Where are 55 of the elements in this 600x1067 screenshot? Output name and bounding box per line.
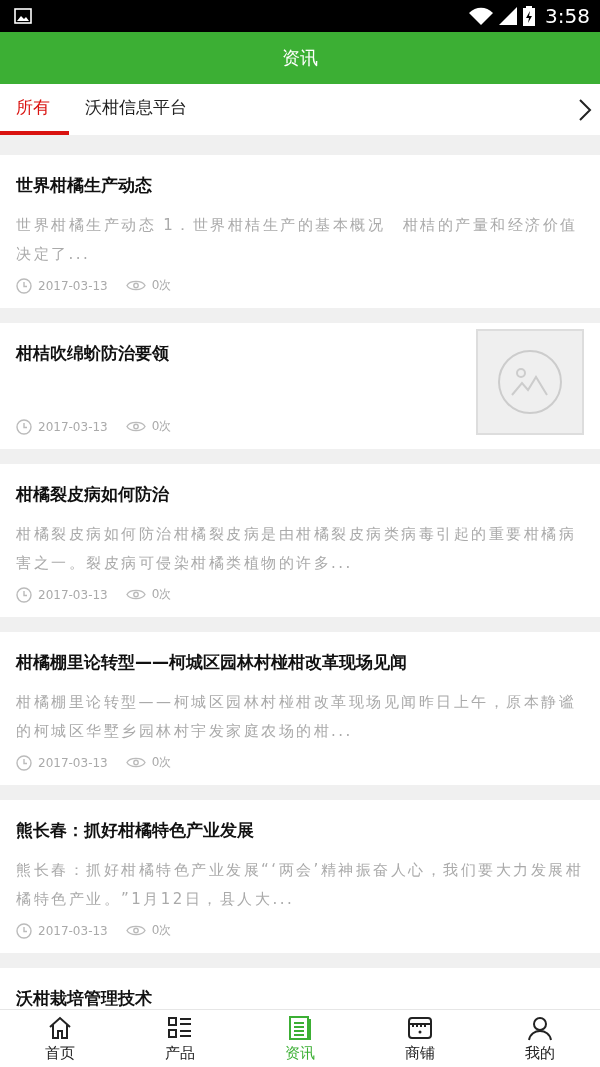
view-count: 0次 bbox=[151, 277, 172, 294]
view-count: 0次 bbox=[151, 754, 172, 771]
article-summary: 柑橘裂皮病如何防治柑橘裂皮病是由柑橘裂皮病类病毒引起的重要柑橘病害之一。裂皮病可侵染柑橘类植物的许多... bbox=[16, 524, 577, 574]
page-title: 资讯 bbox=[282, 46, 318, 70]
image-icon bbox=[497, 349, 563, 415]
clock-icon bbox=[16, 418, 32, 435]
category-tab[interactable]: 所有 bbox=[0, 84, 69, 135]
article-date: 2017-03-13 bbox=[38, 923, 108, 938]
article-summary: 世界柑橘生产动态 1．世界柑桔生产的基本概况 柑桔的产量和经济价值决定了... bbox=[16, 215, 579, 265]
clock-icon bbox=[16, 277, 32, 294]
list-icon bbox=[167, 1014, 193, 1041]
user-icon bbox=[527, 1014, 553, 1041]
article-card[interactable]: 世界柑橘生产动态 世界柑橘生产动态 1．世界柑桔生产的基本概况 柑桔的产量和经济价值决定了... 2017-03-13 0次 bbox=[0, 155, 600, 308]
article-card[interactable]: 柑桔吹绵蚧防治要领 2017-03-13 0次 bbox=[0, 323, 600, 449]
eye-icon bbox=[125, 756, 146, 769]
article-card[interactable]: 柑橘棚里论转型——柯城区园林村椪柑改革现场见闻 柑橘棚里论转型——柯城区园林村椪柑改革现场见闻昨日上午，原本静谧的柯城区华墅乡园林村宇发家庭农场的柑... 2017-03-13 0次 bbox=[0, 632, 600, 785]
home-icon bbox=[47, 1014, 73, 1041]
status-time: 3:58 bbox=[545, 4, 590, 28]
article-date: 2017-03-13 bbox=[38, 587, 108, 602]
article-title: 柑桔吹绵蚧防治要领 bbox=[16, 342, 170, 365]
signal-icon bbox=[499, 7, 518, 25]
article-card[interactable]: 柑橘裂皮病如何防治 柑橘裂皮病如何防治柑橘裂皮病是由柑橘裂皮病类病毒引起的重要柑橘病害之一。裂皮病可侵染柑橘类植物的许多... 2017-03-13 0次 bbox=[0, 464, 600, 617]
battery-icon bbox=[523, 6, 536, 26]
article-card[interactable]: 熊长春：抓好柑橘特色产业发展 熊长春：抓好柑橘特色产业发展“‘两会’精神振奋人心，我们要大力发展柑橘特色产业。”1月12日，县人大... 2017-03-13 0次 bbox=[0, 800, 600, 953]
chevron-right-icon[interactable] bbox=[578, 97, 592, 122]
clock-icon bbox=[16, 586, 32, 603]
clock-icon bbox=[16, 922, 32, 939]
article-title: 沃柑栽培管理技术 bbox=[16, 987, 153, 1009]
view-count: 0次 bbox=[151, 418, 172, 435]
nav-tab[interactable]: 商铺 bbox=[360, 1010, 480, 1067]
nav-tab[interactable]: 首页 bbox=[0, 1010, 120, 1067]
eye-icon bbox=[125, 924, 146, 937]
article-title: 柑橘裂皮病如何防治 bbox=[16, 483, 170, 506]
shop-icon bbox=[407, 1014, 433, 1041]
clock-icon bbox=[16, 754, 32, 771]
image-icon bbox=[14, 8, 32, 24]
nav-tab[interactable]: 产品 bbox=[120, 1010, 240, 1067]
article-date: 2017-03-13 bbox=[38, 755, 108, 770]
view-count: 0次 bbox=[151, 922, 172, 939]
article-title: 世界柑橘生产动态 bbox=[16, 174, 153, 197]
view-count: 0次 bbox=[151, 586, 172, 603]
nav-tab[interactable]: 我的 bbox=[480, 1010, 600, 1067]
article-card[interactable]: 沃柑栽培管理技术 bbox=[0, 968, 600, 1009]
article-date: 2017-03-13 bbox=[38, 419, 108, 434]
article-summary: 柑橘棚里论转型——柯城区园林村椪柑改革现场见闻昨日上午，原本静谧的柯城区华墅乡园林村宇发家庭农场的柑... bbox=[16, 692, 577, 742]
article-date: 2017-03-13 bbox=[38, 278, 108, 293]
article-title: 柑橘棚里论转型——柯城区园林村椪柑改革现场见闻 bbox=[16, 651, 408, 674]
eye-icon bbox=[125, 588, 146, 601]
document-icon bbox=[287, 1014, 313, 1041]
article-summary: 熊长春：抓好柑橘特色产业发展“‘两会’精神振奋人心，我们要大力发展柑橘特色产业。”1月12日，县人大... bbox=[16, 860, 584, 910]
article-title: 熊长春：抓好柑橘特色产业发展 bbox=[16, 819, 255, 842]
eye-icon bbox=[125, 420, 146, 433]
category-tab[interactable]: 沃柑信息平台 bbox=[69, 84, 203, 135]
eye-icon bbox=[125, 279, 146, 292]
wifi-icon bbox=[469, 7, 494, 25]
